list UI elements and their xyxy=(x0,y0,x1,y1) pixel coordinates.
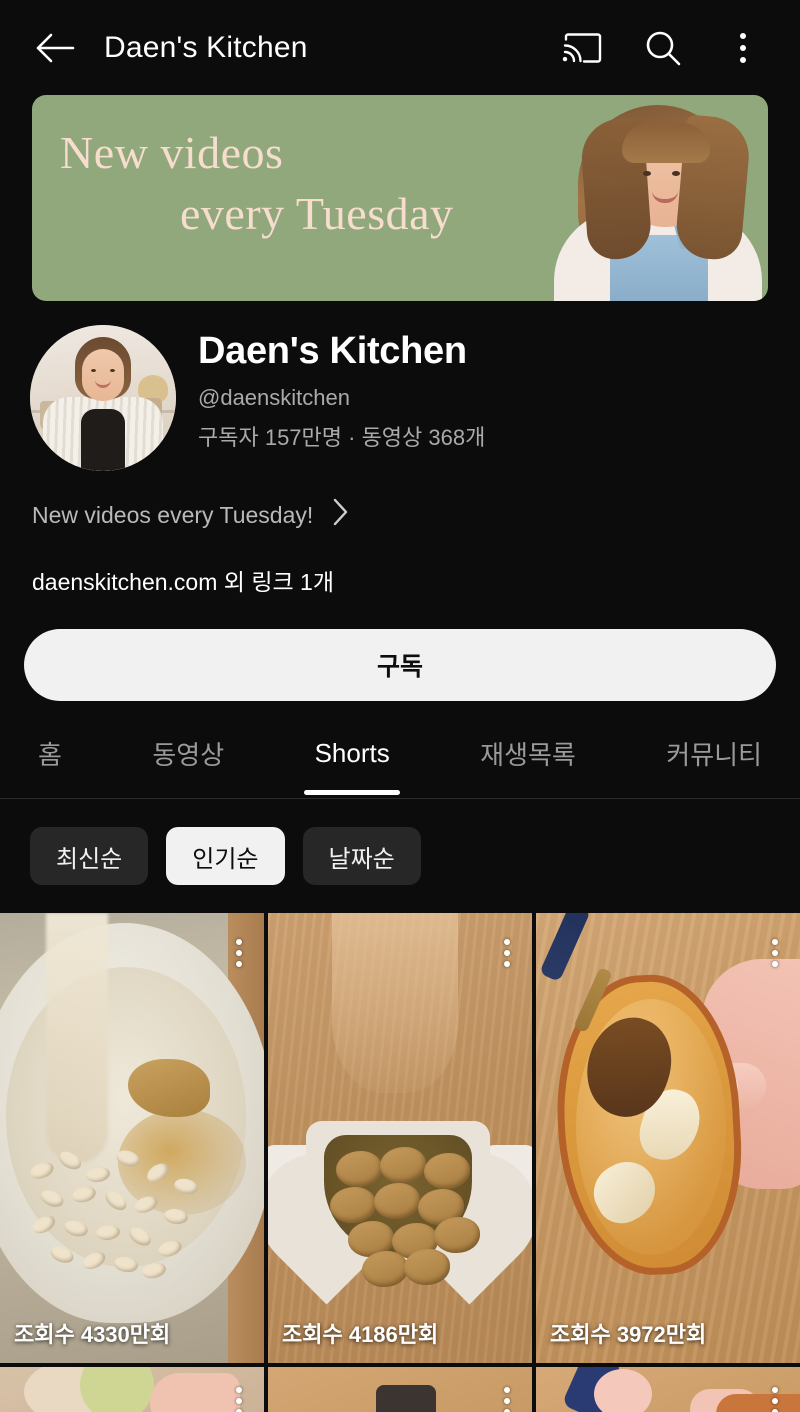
more-vertical-icon[interactable] xyxy=(772,1387,778,1412)
channel-meta: Daen's Kitchen @daenskitchen 구독자 157만명 ·… xyxy=(198,325,485,452)
more-vertical-icon[interactable] xyxy=(772,939,778,967)
more-vertical-icon[interactable] xyxy=(504,939,510,967)
search-icon[interactable] xyxy=(640,25,686,71)
shorts-thumbnail-image xyxy=(536,913,800,1363)
view-count: 조회수 4330만회 xyxy=(14,1322,171,1347)
channel-banner-wrapper: New videos every Tuesday xyxy=(0,95,800,301)
filter-chip-bar: 최신순 인기순 날짜순 xyxy=(0,799,800,913)
banner-line-1: New videos xyxy=(60,127,284,178)
shorts-grid: 조회수 4330만회 조회수 4186만회 조회수 3972만회 xyxy=(0,913,800,1412)
channel-handle: @daenskitchen xyxy=(198,384,350,410)
cast-icon[interactable] xyxy=(560,25,606,71)
shorts-item[interactable]: 조회수 4186만회 xyxy=(268,913,532,1363)
tab-home[interactable]: 홈 xyxy=(38,735,62,798)
chip-latest[interactable]: 최신순 xyxy=(30,827,149,885)
more-vertical-icon[interactable] xyxy=(504,1387,510,1412)
banner-text: New videos every Tuesday xyxy=(60,123,620,244)
shorts-thumbnail-image xyxy=(536,1367,800,1412)
subscribe-wrapper: 구독 xyxy=(0,597,800,701)
channel-name: Daen's Kitchen xyxy=(198,330,467,372)
topbar-actions xyxy=(560,25,778,71)
shorts-item[interactable] xyxy=(0,1367,264,1412)
chip-popular[interactable]: 인기순 xyxy=(166,827,285,885)
channel-stats: 구독자 157만명 · 동영상 368개 xyxy=(198,424,486,450)
tab-shorts[interactable]: Shorts xyxy=(315,738,390,795)
view-count: 조회수 3972만회 xyxy=(550,1322,707,1347)
tab-community[interactable]: 커뮤니티 xyxy=(666,735,762,798)
tab-videos[interactable]: 동영상 xyxy=(152,735,224,798)
chevron-right-icon[interactable] xyxy=(331,497,351,533)
chip-oldest[interactable]: 날짜순 xyxy=(302,827,421,885)
channel-header: Daen's Kitchen @daenskitchen 구독자 157만명 ·… xyxy=(0,301,800,471)
tab-playlists[interactable]: 재생목록 xyxy=(480,735,576,798)
page-title: Daen's Kitchen xyxy=(104,30,308,64)
more-vertical-icon[interactable] xyxy=(720,25,766,71)
back-arrow-icon[interactable] xyxy=(28,21,82,75)
youtube-channel-page: Daen's Kitchen New videos every Tuesday … xyxy=(0,0,800,1412)
shorts-thumbnail-image xyxy=(0,1367,264,1412)
pine-nuts xyxy=(24,1147,214,1281)
banner-portrait-image xyxy=(548,95,768,301)
channel-banner[interactable]: New videos every Tuesday xyxy=(32,95,768,301)
shorts-thumbnail-image xyxy=(268,1367,532,1412)
avatar[interactable] xyxy=(30,325,176,471)
shorts-item[interactable]: 조회수 4330만회 xyxy=(0,913,264,1363)
channel-links[interactable]: daenskitchen.com 외 링크 1개 xyxy=(0,533,800,597)
view-count: 조회수 4186만회 xyxy=(282,1322,439,1347)
shorts-thumbnail-image xyxy=(268,913,532,1363)
more-vertical-icon[interactable] xyxy=(236,1387,242,1412)
channel-description-row[interactable]: New videos every Tuesday! xyxy=(0,471,800,533)
channel-description: New videos every Tuesday! xyxy=(32,501,314,528)
subscribe-button[interactable]: 구독 xyxy=(24,629,776,701)
banner-line-2: every Tuesday xyxy=(180,187,454,239)
top-app-bar: Daen's Kitchen xyxy=(0,0,800,95)
shorts-item[interactable] xyxy=(268,1367,532,1412)
channel-tabs: 홈 동영상 Shorts 재생목록 커뮤니티 xyxy=(0,701,800,798)
shorts-thumbnail-image xyxy=(0,913,264,1363)
shorts-item[interactable] xyxy=(536,1367,800,1412)
more-vertical-icon[interactable] xyxy=(236,939,242,967)
shorts-item[interactable]: 조회수 3972만회 xyxy=(536,913,800,1363)
